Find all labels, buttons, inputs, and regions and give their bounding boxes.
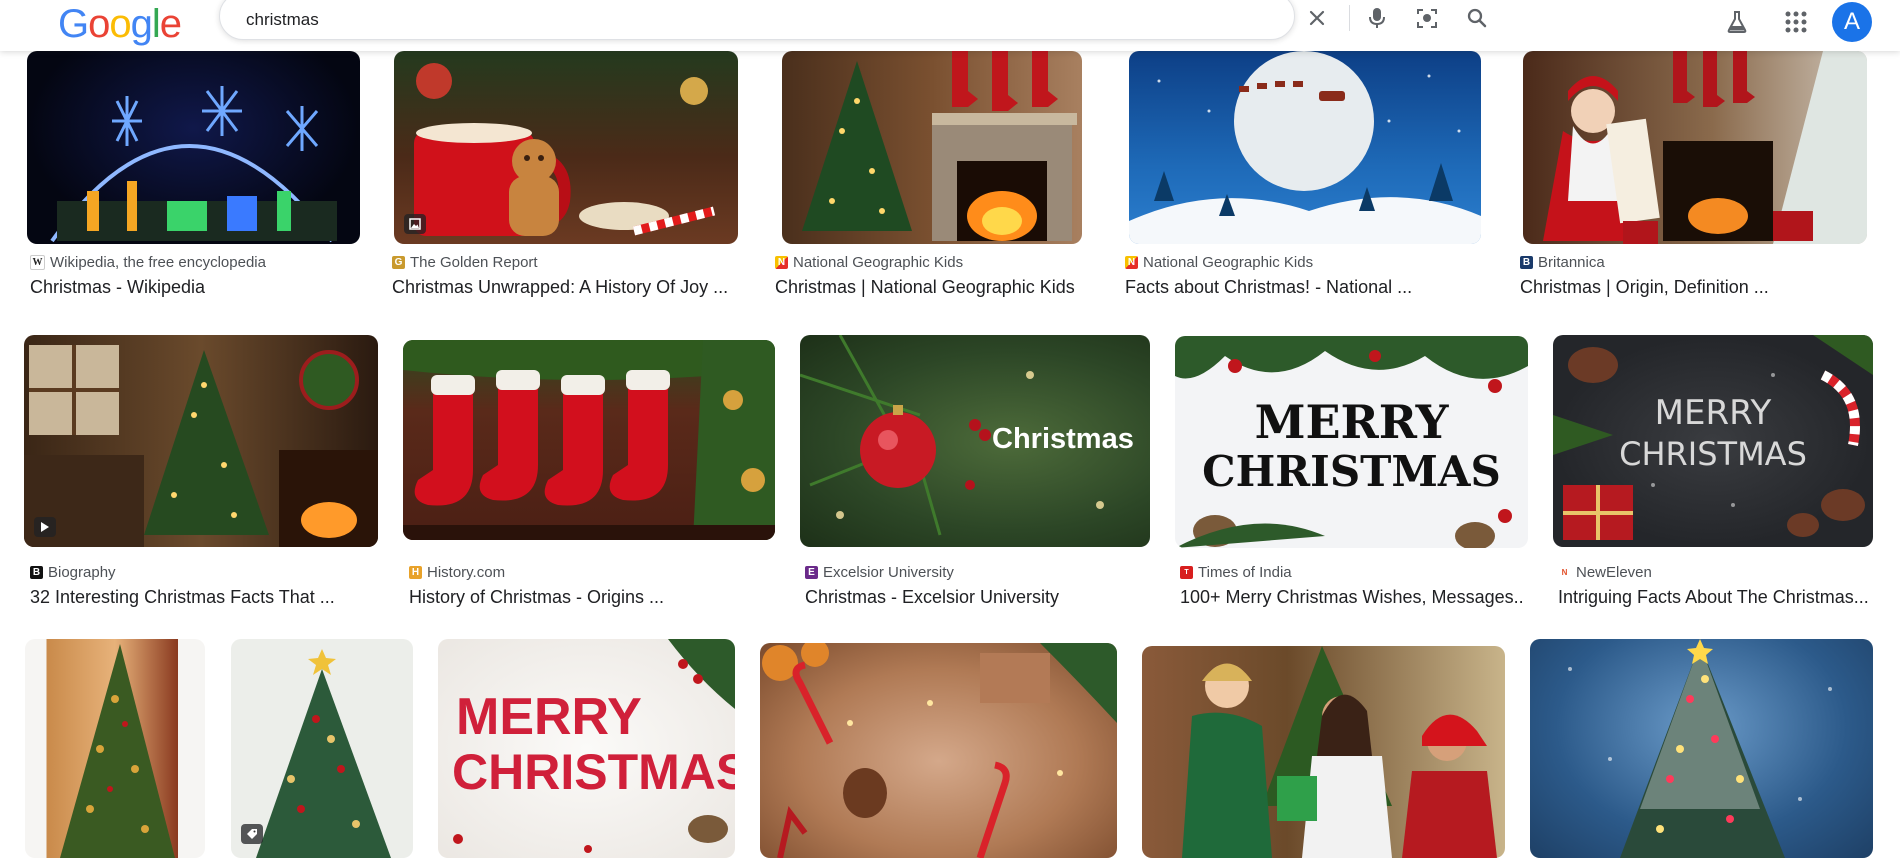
video-play-badge-icon xyxy=(34,517,56,537)
merry-text: MERRY xyxy=(1254,395,1449,449)
result-image[interactable] xyxy=(394,51,738,244)
result-image[interactable]: MERRY CHRISTMAS xyxy=(1175,336,1528,548)
result-image-snowy-tree[interactable] xyxy=(1530,639,1873,858)
google-logo[interactable]: Google xyxy=(58,2,182,46)
shopping-tag-badge-icon xyxy=(241,824,263,844)
result-image-tree-interior[interactable] xyxy=(25,639,205,858)
result-title[interactable]: Christmas - Wikipedia xyxy=(30,277,370,298)
result-image[interactable] xyxy=(403,340,775,540)
britannica-favicon-icon: B xyxy=(1520,256,1533,269)
result-title[interactable]: Christmas - Excelsior University xyxy=(805,587,1155,608)
result-image-table-decor[interactable] xyxy=(760,643,1117,858)
result-image-merry-christmas-snow[interactable]: MERRY CHRISTMAS xyxy=(438,639,735,858)
result-source: G The Golden Report xyxy=(392,254,538,271)
times-of-india-favicon-icon: T xyxy=(1180,566,1193,579)
logo-letter: o xyxy=(109,2,131,46)
result-title[interactable]: Christmas | National Geographic Kids xyxy=(775,277,1115,298)
result-image[interactable] xyxy=(782,51,1082,244)
search-box[interactable] xyxy=(219,0,1487,40)
result-source: T Times of India xyxy=(1180,564,1292,581)
image-type-badge-icon xyxy=(404,214,426,234)
neweleven-favicon-icon: N xyxy=(1558,566,1571,579)
result-title[interactable]: Facts about Christmas! - National ... xyxy=(1125,277,1475,298)
labs-flask-icon[interactable] xyxy=(1720,5,1754,39)
logo-letter: g xyxy=(130,2,153,46)
result-title[interactable]: Christmas Unwrapped: A History Of Joy ..… xyxy=(392,277,742,298)
christmas-text: CHRISTMAS xyxy=(1619,435,1807,473)
christmas-text: CHRISTMAS xyxy=(1202,447,1501,496)
biography-favicon-icon: B xyxy=(30,566,43,579)
result-title[interactable]: Christmas | Origin, Definition ... xyxy=(1520,277,1860,298)
excelsior-favicon-icon: E xyxy=(805,566,818,579)
account-avatar[interactable]: A xyxy=(1832,2,1872,42)
logo-letter: G xyxy=(58,2,89,46)
result-title[interactable]: History of Christmas - Origins ... xyxy=(409,587,769,608)
search-icon[interactable] xyxy=(1462,3,1492,33)
result-image[interactable]: MERRY CHRISTMAS xyxy=(1553,335,1873,547)
natgeo-kids-favicon-icon: N xyxy=(775,256,788,269)
logo-letter: o xyxy=(88,2,110,46)
merry-text: MERRY xyxy=(456,688,642,746)
natgeo-kids-favicon-icon: N xyxy=(1125,256,1138,269)
lens-camera-icon[interactable] xyxy=(1412,3,1442,33)
search-input[interactable] xyxy=(244,7,1068,33)
history-favicon-icon: H xyxy=(409,566,422,579)
logo-letter: e xyxy=(159,2,182,46)
result-source: N National Geographic Kids xyxy=(1125,254,1313,271)
result-image[interactable] xyxy=(1129,51,1481,244)
golden-report-favicon-icon: G xyxy=(392,256,405,269)
result-source: E Excelsior University xyxy=(805,564,954,581)
result-source: N NewEleven xyxy=(1558,564,1652,581)
result-image-family-gifts[interactable] xyxy=(1142,646,1505,858)
clear-icon[interactable] xyxy=(1302,3,1332,33)
overlay-christmas-text: Christmas xyxy=(992,423,1134,455)
christmas-text: CHRISTMAS xyxy=(452,744,735,800)
result-title[interactable]: Intriguing Facts About The Christmas... xyxy=(1558,587,1870,608)
result-title[interactable]: 32 Interesting Christmas Facts That ... xyxy=(30,587,380,608)
result-source: H History.com xyxy=(409,564,505,581)
result-source: B Britannica xyxy=(1520,254,1605,271)
logo-letter: l xyxy=(151,2,161,46)
result-image[interactable] xyxy=(24,335,378,547)
merry-text: MERRY xyxy=(1654,393,1772,433)
apps-grid-icon[interactable] xyxy=(1779,5,1813,39)
result-source: B Biography xyxy=(30,564,116,581)
wikipedia-favicon-icon: W xyxy=(30,255,45,270)
microphone-icon[interactable] xyxy=(1362,3,1392,33)
result-title[interactable]: 100+ Merry Christmas Wishes, Messages... xyxy=(1180,587,1525,608)
result-image[interactable]: Christmas xyxy=(800,335,1150,547)
search-divider xyxy=(1349,5,1350,31)
result-source: N National Geographic Kids xyxy=(775,254,963,271)
result-image[interactable] xyxy=(27,51,360,244)
top-bar: Google A xyxy=(0,0,1900,51)
result-image[interactable] xyxy=(1523,51,1867,244)
result-source: W Wikipedia, the free encyclopedia xyxy=(30,254,266,271)
result-image-tree-illustration[interactable] xyxy=(231,639,413,858)
